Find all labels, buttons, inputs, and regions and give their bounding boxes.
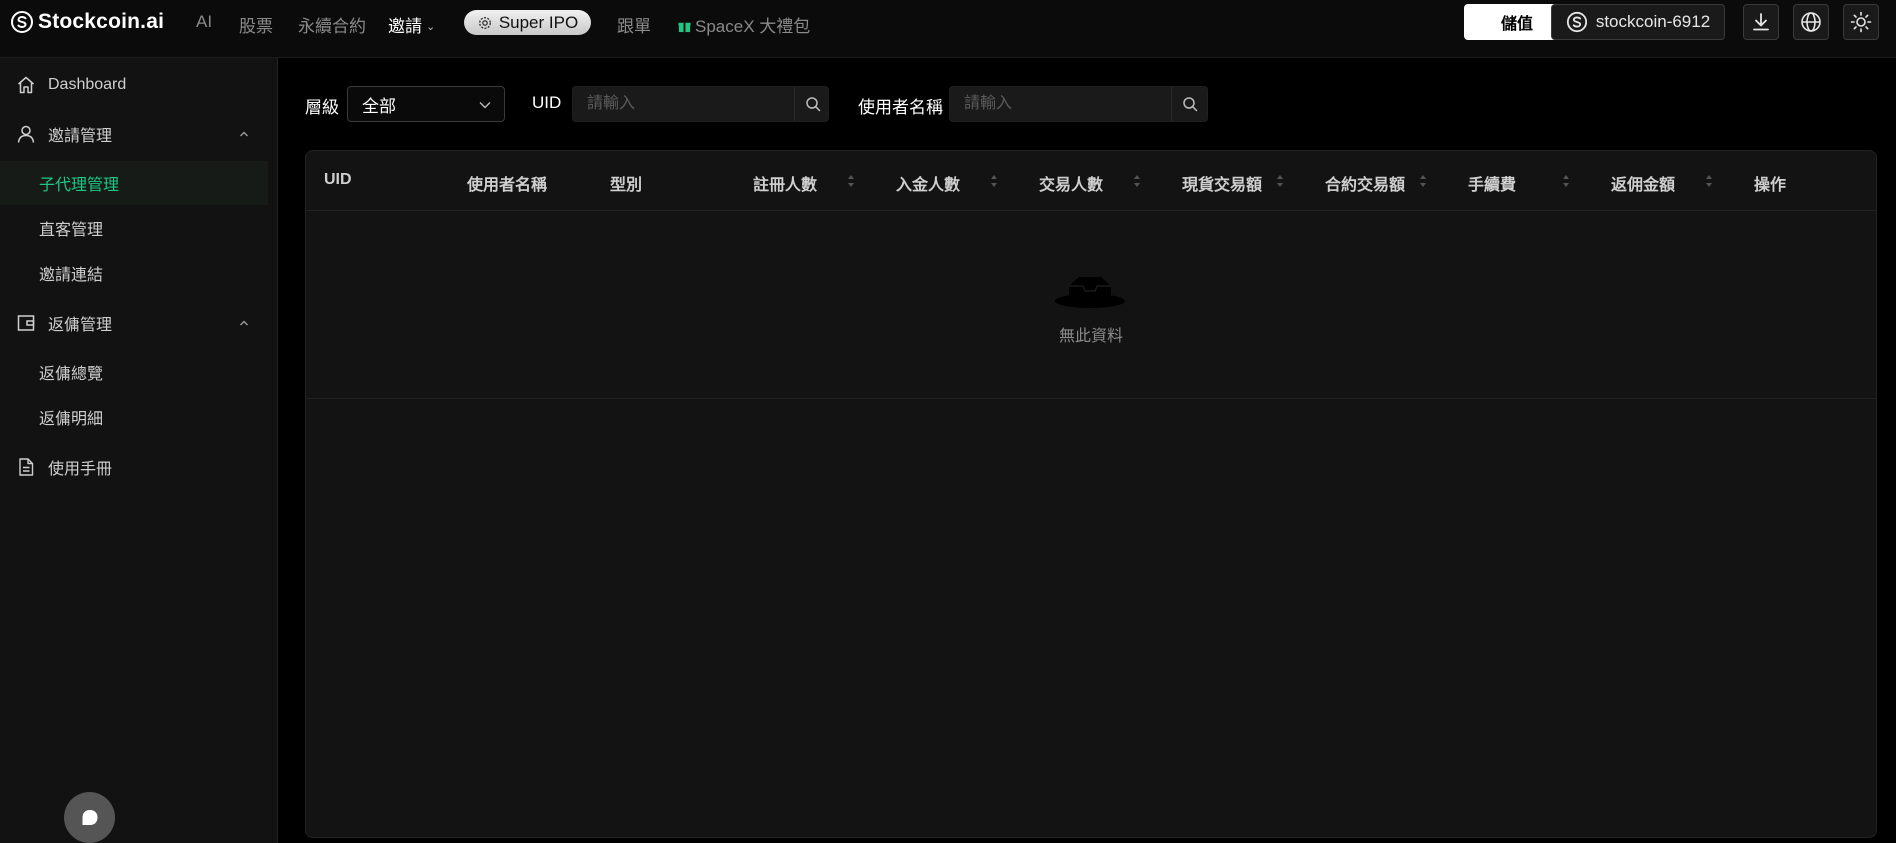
uid-search-box — [572, 86, 829, 122]
nav-invite[interactable]: 邀請 ⌄ — [388, 12, 435, 37]
sidebar-item-label: Dashboard — [48, 76, 127, 93]
username-label: stockcoin-6912 — [1595, 12, 1711, 31]
nav-spacex-gift[interactable]: SpaceX 大禮包 — [678, 12, 810, 37]
sidebar-item-label: 返傭管理 — [48, 317, 113, 334]
uid-search-input[interactable] — [573, 87, 794, 121]
column-header-fees[interactable]: 手續費 — [1468, 171, 1516, 195]
sun-icon — [1850, 11, 1872, 33]
sidebar-item-rebate-overview[interactable]: 返傭總覽 — [0, 350, 268, 394]
user-icon — [17, 125, 35, 143]
chevron-up-icon — [240, 131, 248, 137]
sidebar-item-label: 子代理管理 — [39, 177, 120, 194]
nav-spacex-gift-label: SpaceX 大禮包 — [695, 17, 811, 36]
column-header-actions: 操作 — [1754, 177, 1787, 194]
uid-filter-label: UID — [532, 93, 562, 112]
theme-toggle-button[interactable] — [1843, 4, 1879, 40]
sidebar-item-label: 返傭總覽 — [39, 366, 104, 383]
chat-support-button[interactable] — [64, 792, 115, 843]
column-header-type: 型別 — [610, 177, 643, 194]
level-select[interactable]: 全部 — [347, 86, 505, 122]
super-ipo-button[interactable]: Super IPO — [464, 10, 591, 35]
username-search-button[interactable] — [1171, 87, 1207, 121]
sidebar-item-label: 返傭明細 — [39, 411, 104, 428]
sidebar-item-label: 使用手冊 — [48, 461, 113, 478]
nav-invite-label: 邀請 — [388, 17, 422, 36]
chevron-up-icon — [240, 320, 248, 326]
uid-search-button[interactable] — [794, 87, 830, 121]
sort-icon[interactable] — [990, 174, 998, 188]
sidebar-item-rebate-details[interactable]: 返傭明細 — [0, 395, 268, 439]
brand-name: Stockcoin.ai — [38, 10, 165, 33]
language-button[interactable] — [1793, 4, 1829, 40]
column-header-trader-count[interactable]: 交易人數 — [1039, 171, 1103, 195]
username-filter-label: 使用者名稱 — [858, 98, 943, 117]
sort-icon[interactable] — [847, 174, 855, 188]
empty-inbox-icon — [1055, 277, 1125, 308]
sidebar-item-label: 邀請連結 — [39, 267, 104, 284]
document-icon — [19, 458, 34, 476]
stockcoin-logo-icon — [11, 11, 33, 33]
empty-state-text: 無此資料 — [1058, 328, 1123, 345]
column-header-rebate-amount[interactable]: 返佣金額 — [1611, 171, 1675, 195]
sidebar-item-dashboard[interactable]: Dashboard — [0, 63, 268, 107]
top-navigation-bar: Stockcoin.ai AI 股票 永續合約 邀請 ⌄ Super IPO 跟單… — [0, 0, 1896, 58]
sidebar-group-invite-management[interactable]: 邀請管理 — [0, 112, 268, 156]
brand-logo[interactable]: Stockcoin.ai — [10, 10, 164, 34]
column-header-uid: UID — [324, 171, 352, 188]
nav-stocks[interactable]: 股票 — [239, 12, 273, 37]
column-header-spot-volume[interactable]: 現貨交易額 — [1182, 171, 1262, 195]
sidebar-item-label: 直客管理 — [39, 222, 104, 239]
user-avatar-icon — [1566, 11, 1587, 33]
username-search-input[interactable] — [950, 87, 1171, 121]
gift-icon — [678, 22, 691, 33]
table-header-row: UID 使用者名稱 型別 註冊人數 入金人數 交易人數 現貨交易額 合約交易額 … — [306, 151, 1876, 211]
sidebar-item-label: 邀請管理 — [48, 128, 113, 145]
sidebar: Dashboard 邀請管理 子代理管理 直客管理 邀請連結 返傭管理 返傭總覽… — [0, 58, 278, 843]
sidebar-item-sub-agent-management[interactable]: 子代理管理 — [0, 161, 268, 205]
sort-icon[interactable] — [1419, 174, 1427, 188]
user-account-button[interactable]: stockcoin-6912 — [1551, 4, 1725, 40]
column-header-contract-volume[interactable]: 合約交易額 — [1325, 171, 1405, 195]
username-search-box — [949, 86, 1208, 122]
sort-icon[interactable] — [1705, 174, 1713, 188]
download-icon — [1753, 13, 1769, 31]
gear-icon — [478, 16, 491, 29]
sidebar-group-rebate-management[interactable]: 返傭管理 — [0, 301, 268, 345]
chevron-down-icon — [479, 102, 491, 109]
nav-copy-trading[interactable]: 跟單 — [617, 12, 651, 37]
wallet-icon — [17, 315, 35, 331]
sort-icon[interactable] — [1133, 174, 1141, 188]
column-header-username: 使用者名稱 — [467, 177, 548, 194]
chat-bubble-icon — [82, 809, 97, 825]
sort-icon[interactable] — [1562, 174, 1570, 188]
home-icon — [18, 76, 34, 94]
super-ipo-label: Super IPO — [498, 12, 579, 32]
column-header-deposit-count[interactable]: 入金人數 — [896, 171, 960, 195]
sort-icon[interactable] — [1276, 174, 1284, 188]
sub-agent-table: UID 使用者名稱 型別 註冊人數 入金人數 交易人數 現貨交易額 合約交易額 … — [305, 150, 1877, 838]
globe-icon — [1801, 12, 1821, 32]
download-button[interactable] — [1743, 4, 1779, 40]
level-select-value: 全部 — [362, 96, 396, 116]
search-icon — [1182, 97, 1197, 112]
sidebar-item-invite-links[interactable]: 邀請連結 — [0, 251, 268, 295]
column-header-registered-count[interactable]: 註冊人數 — [753, 171, 817, 195]
sidebar-item-user-manual[interactable]: 使用手冊 — [0, 445, 268, 489]
chevron-down-icon: ⌄ — [426, 21, 436, 33]
search-icon — [805, 97, 820, 112]
nav-ai[interactable]: AI — [196, 12, 212, 32]
level-filter-label: 層級 — [305, 98, 339, 117]
nav-perpetual-contracts[interactable]: 永續合約 — [298, 12, 366, 37]
sidebar-item-direct-client-management[interactable]: 直客管理 — [0, 206, 268, 250]
table-empty-state: 無此資料 — [306, 211, 1876, 399]
